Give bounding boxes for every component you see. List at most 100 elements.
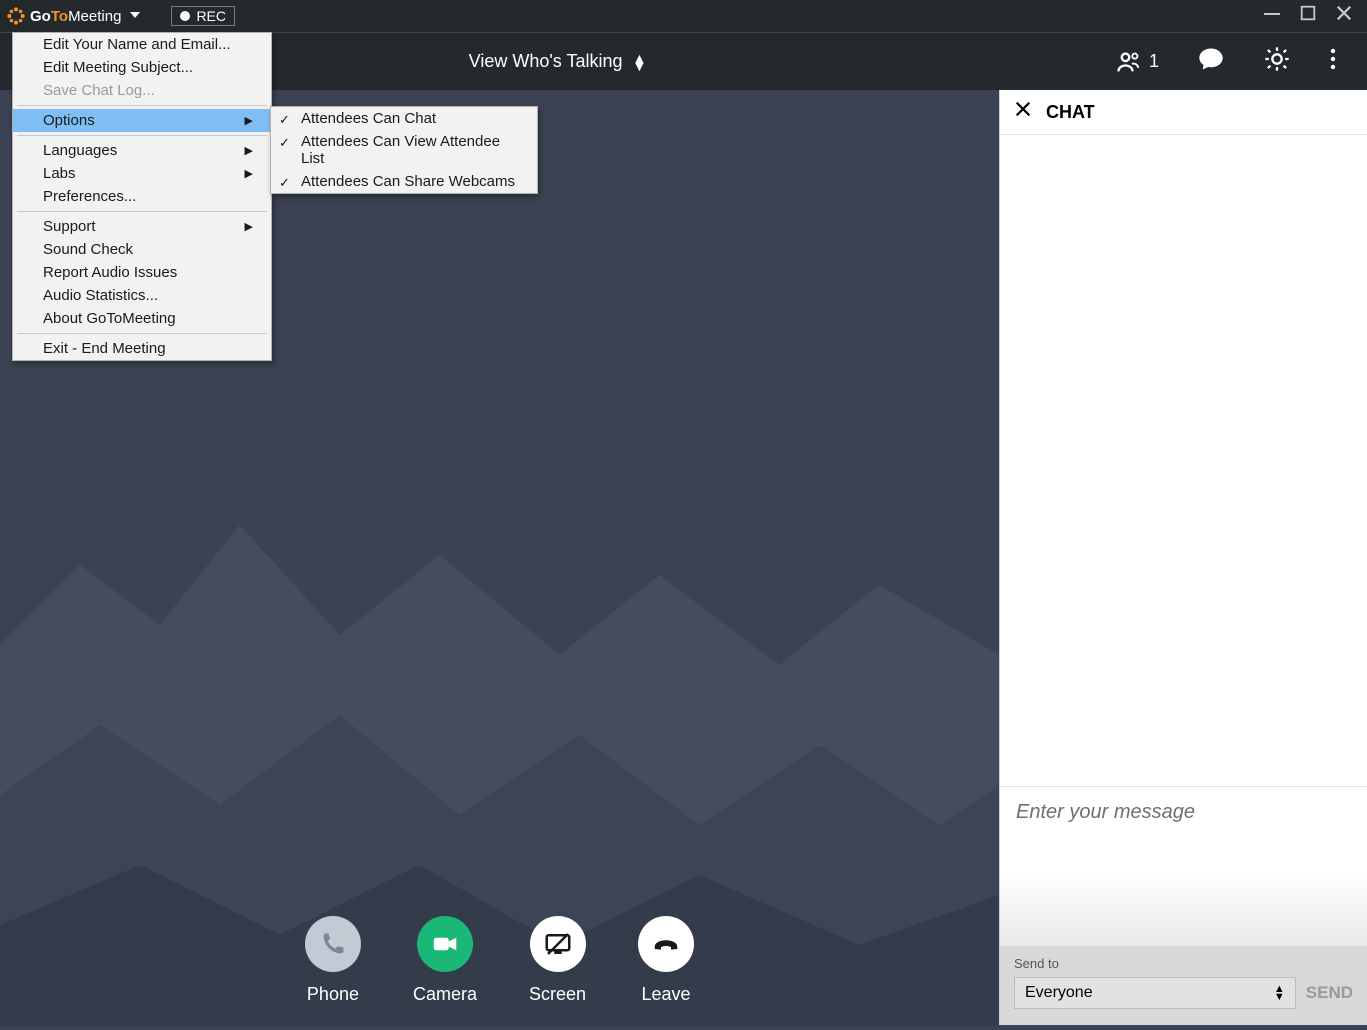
camera-action[interactable]: Camera	[413, 916, 477, 1005]
settings-button[interactable]	[1263, 45, 1291, 78]
phone-circle	[305, 916, 361, 972]
screen-share-icon	[543, 929, 573, 959]
menu-edit-subject[interactable]: Edit Meeting Subject...	[13, 56, 271, 79]
maximize-button[interactable]	[1295, 4, 1321, 28]
menu-options-label: Options	[43, 112, 95, 129]
leave-action[interactable]: Leave	[638, 916, 694, 1005]
menu-support[interactable]: Support ▶	[13, 215, 271, 238]
menu-about[interactable]: About GoToMeeting	[13, 307, 271, 330]
chat-header: CHAT	[1000, 90, 1367, 134]
attendees-count: 1	[1149, 51, 1159, 72]
chat-input-placeholder: Enter your message	[1016, 801, 1195, 823]
menu-edit-name-label: Edit Your Name and Email...	[43, 36, 231, 53]
hangup-icon	[651, 929, 681, 959]
menu-labs[interactable]: Labs ▶	[13, 162, 271, 185]
phone-icon	[319, 930, 347, 958]
menu-separator	[17, 333, 267, 334]
menu-separator	[17, 211, 267, 212]
menu-preferences[interactable]: Preferences...	[13, 185, 271, 208]
phone-action[interactable]: Phone	[305, 916, 361, 1005]
menu-sound-check[interactable]: Sound Check	[13, 238, 271, 261]
leave-circle	[638, 916, 694, 972]
send-button[interactable]: SEND	[1306, 983, 1353, 1003]
phone-label: Phone	[307, 984, 359, 1005]
close-button[interactable]	[1331, 4, 1357, 28]
menu-about-label: About GoToMeeting	[43, 310, 176, 327]
menu-separator	[17, 135, 267, 136]
chat-message-list	[1000, 134, 1367, 786]
menu-exit[interactable]: Exit - End Meeting	[13, 337, 271, 360]
menu-separator	[17, 105, 267, 106]
check-icon: ✓	[279, 175, 290, 191]
check-icon: ✓	[279, 135, 290, 151]
camera-label: Camera	[413, 984, 477, 1005]
close-icon	[1014, 100, 1032, 118]
screen-action[interactable]: Screen	[529, 916, 586, 1005]
logo-text-meeting: Meeting	[68, 8, 121, 25]
menu-audio-stats-label: Audio Statistics...	[43, 287, 158, 304]
chat-title: CHAT	[1046, 102, 1095, 123]
submenu-arrow-icon: ▶	[245, 144, 253, 157]
menu-save-chat-label: Save Chat Log...	[43, 82, 155, 99]
people-icon	[1115, 48, 1143, 76]
camera-circle	[417, 916, 473, 972]
send-to-select[interactable]: Everyone ▲▼	[1014, 977, 1296, 1009]
submenu-attendees-view-list-label: Attendees Can View Attendee List	[301, 133, 500, 167]
chat-icon	[1197, 45, 1225, 73]
chat-footer: Send to Everyone ▲▼ SEND	[1000, 946, 1367, 1025]
leave-label: Leave	[642, 984, 691, 1005]
minimize-button[interactable]	[1259, 3, 1285, 29]
camera-icon	[430, 929, 460, 959]
menu-edit-name[interactable]: Edit Your Name and Email...	[13, 33, 271, 56]
gear-icon	[1263, 45, 1291, 73]
submenu-attendees-share-webcams-label: Attendees Can Share Webcams	[301, 173, 515, 190]
record-button[interactable]: REC	[171, 6, 235, 26]
kebab-icon	[1329, 47, 1337, 71]
app-menu: Edit Your Name and Email... Edit Meeting…	[12, 32, 272, 361]
submenu-attendees-view-list[interactable]: ✓ Attendees Can View Attendee List	[271, 130, 537, 170]
select-arrows-icon: ▲▼	[1274, 985, 1285, 1001]
submenu-attendees-chat-label: Attendees Can Chat	[301, 110, 436, 127]
view-talking-label: View Who's Talking	[469, 51, 623, 72]
menu-preferences-label: Preferences...	[43, 188, 136, 205]
menu-save-chat: Save Chat Log...	[13, 79, 271, 102]
menu-edit-subject-label: Edit Meeting Subject...	[43, 59, 193, 76]
check-icon: ✓	[279, 112, 290, 128]
menu-exit-label: Exit - End Meeting	[43, 340, 166, 357]
chat-panel: CHAT Enter your message Send to Everyone…	[999, 90, 1367, 1025]
menu-report-audio-label: Report Audio Issues	[43, 264, 177, 281]
record-label: REC	[196, 8, 226, 24]
gotomeeting-logo-icon	[6, 6, 26, 26]
submenu-attendees-share-webcams[interactable]: ✓ Attendees Can Share Webcams	[271, 170, 537, 193]
submenu-arrow-icon: ▶	[245, 220, 253, 233]
menu-audio-stats[interactable]: Audio Statistics...	[13, 284, 271, 307]
menu-report-audio[interactable]: Report Audio Issues	[13, 261, 271, 284]
menu-options[interactable]: Options ▶	[13, 109, 271, 132]
chat-input[interactable]: Enter your message	[1000, 786, 1367, 946]
app-menu-caret-icon[interactable]	[129, 8, 141, 25]
send-to-label: Send to	[1014, 956, 1353, 971]
logo-text-to: To	[51, 8, 68, 25]
screen-circle	[530, 916, 586, 972]
chat-tab-button[interactable]	[1197, 45, 1225, 78]
chat-close-button[interactable]	[1014, 100, 1032, 124]
attendees-button[interactable]: 1	[1115, 48, 1159, 76]
action-bar: Phone Camera Screen	[0, 916, 999, 1005]
submenu-arrow-icon: ▶	[245, 167, 253, 180]
options-submenu: ✓ Attendees Can Chat ✓ Attendees Can Vie…	[270, 106, 538, 194]
menu-support-label: Support	[43, 218, 96, 235]
menu-sound-check-label: Sound Check	[43, 241, 133, 258]
submenu-attendees-chat[interactable]: ✓ Attendees Can Chat	[271, 107, 537, 130]
submenu-arrow-icon: ▶	[245, 114, 253, 127]
window-controls	[1259, 3, 1367, 29]
menu-languages-label: Languages	[43, 142, 117, 159]
logo-text-go: Go	[30, 8, 51, 25]
menu-languages[interactable]: Languages ▶	[13, 139, 271, 162]
menu-labs-label: Labs	[43, 165, 76, 182]
record-dot-icon	[180, 11, 190, 21]
view-talking-sort-icon: ▲▼	[632, 54, 646, 70]
more-button[interactable]	[1329, 47, 1337, 76]
screen-label: Screen	[529, 984, 586, 1005]
titlebar: Go To Meeting REC	[0, 0, 1367, 32]
send-to-value: Everyone	[1025, 984, 1093, 1002]
